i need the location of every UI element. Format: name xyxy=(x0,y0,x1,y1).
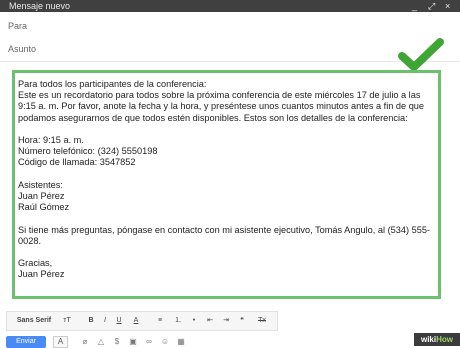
indent-more-icon[interactable]: ⇥ xyxy=(219,312,233,330)
message-line: Este es un recordatorio para todos sobre… xyxy=(18,90,425,123)
message-line: Hora: 9:15 a. m. xyxy=(18,135,84,145)
close-button[interactable]: × xyxy=(445,0,450,12)
to-label: Para xyxy=(8,21,28,31)
bold-icon[interactable]: B xyxy=(85,312,97,330)
wikihow-logo: wikiHow xyxy=(414,333,460,346)
format-options-button[interactable]: A xyxy=(53,336,68,348)
compose-window: Mensaje nuevo _ ⤢ × Para Asunto Para tod… xyxy=(0,0,460,348)
message-line: Para todos los participantes de la confe… xyxy=(18,79,207,89)
font-size-icon[interactable]: тT xyxy=(59,312,75,330)
message-line: Gracias, xyxy=(18,258,53,269)
font-select[interactable]: Sans Serif xyxy=(13,312,55,330)
to-field[interactable]: Para xyxy=(0,15,460,39)
message-line: Asistentes: xyxy=(18,179,63,190)
italic-icon[interactable]: I xyxy=(99,312,111,330)
numbered-list-icon[interactable]: ⒈ xyxy=(171,312,185,330)
subject-field[interactable]: Asunto xyxy=(0,38,460,62)
message-line: Código de llamada: 3547852 xyxy=(18,157,136,168)
quote-icon[interactable]: ❝ xyxy=(235,312,249,330)
message-line: Número telefónico: (324) 5550198 xyxy=(18,146,158,157)
subject-label: Asunto xyxy=(8,44,37,54)
window-title: Mensaje nuevo xyxy=(9,1,71,11)
message-text[interactable]: Para todos los participantes de la confe… xyxy=(18,79,436,281)
underline-icon[interactable]: U xyxy=(113,312,125,330)
message-line: Juan Pérez xyxy=(18,269,65,280)
indent-less-icon[interactable]: ⇤ xyxy=(203,312,217,330)
send-button[interactable]: Enviar xyxy=(6,336,46,348)
compose-footer xyxy=(0,333,460,346)
message-line: Raúl Gómez xyxy=(18,202,70,213)
minimize-button[interactable]: _ xyxy=(412,0,417,12)
align-icon[interactable]: ≡ xyxy=(153,312,167,330)
text-color-icon[interactable]: A xyxy=(129,312,143,330)
formatting-toolbar: Sans Serif тT B I U A ≡ ⒈ • ⇤ ⇥ ❝ Tx xyxy=(6,311,278,331)
message-line: Si tiene más preguntas, póngase en conta… xyxy=(18,224,430,246)
clear-formatting-icon[interactable]: Tx xyxy=(255,312,269,330)
expand-button[interactable]: ⤢ xyxy=(428,0,435,12)
compose-titlebar: Mensaje nuevo _ ⤢ × xyxy=(0,0,460,12)
message-line: Juan Pérez xyxy=(18,191,65,201)
bulleted-list-icon[interactable]: • xyxy=(187,312,201,330)
checkmark-icon xyxy=(398,38,444,71)
